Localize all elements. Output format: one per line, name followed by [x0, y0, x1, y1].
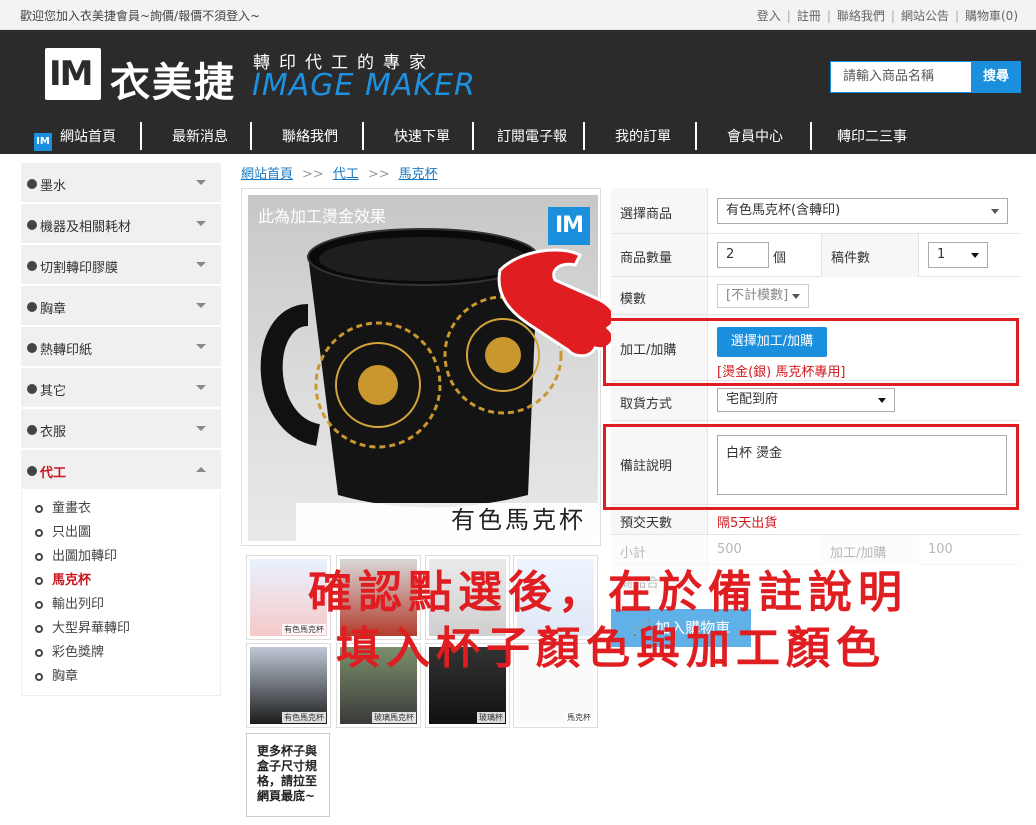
category-machines[interactable]: 機器及相關耗材 [21, 204, 221, 244]
sub-mug[interactable]: 馬克杯 [22, 569, 220, 593]
breadcrumb-mug[interactable]: 馬克杯 [399, 167, 438, 182]
label-template: 模數 [611, 277, 708, 314]
dropdown-arrow-icon [971, 253, 979, 258]
sub-output-print[interactable]: 輸出列印 [22, 593, 220, 617]
brand-english: IMAGE MAKER [252, 68, 476, 103]
instruction-line-2: 填入杯子顏色與加工顏色 [336, 623, 886, 674]
nav-member-center[interactable]: 會員中心 [705, 126, 805, 148]
breadcrumb: 網站首頁 >> 代工 >> 馬克杯 [241, 167, 438, 182]
drafts-select[interactable]: 1 [928, 242, 988, 268]
label-select-product: 選擇商品 [611, 188, 708, 233]
nav-news[interactable]: 最新消息 [150, 126, 250, 148]
label-shipping: 取貨方式 [611, 381, 708, 420]
product-select[interactable]: 有色馬克杯(含轉印) [717, 198, 1008, 224]
shipping-select[interactable]: 宅配到府 [717, 388, 895, 412]
logo-mark: IM [49, 54, 94, 94]
highlight-process [603, 318, 1019, 386]
breadcrumb-home[interactable]: 網站首頁 [241, 167, 293, 182]
category-ink[interactable]: 墨水 [21, 163, 221, 203]
dropdown-arrow-icon [878, 398, 886, 403]
login-link[interactable]: 登入 [757, 9, 781, 23]
category-film[interactable]: 切割轉印膠膜 [21, 245, 221, 285]
chevron-down-icon [196, 262, 206, 267]
chevron-down-icon [196, 303, 206, 308]
chevron-down-icon [196, 180, 206, 185]
breadcrumb-oem[interactable]: 代工 [333, 167, 359, 182]
site-header: IM 衣美捷 轉印代工的專家 IMAGE MAKER 請輸入商品名稱 搜尋 IM… [0, 30, 1036, 154]
nav-my-orders[interactable]: 我的訂單 [593, 126, 693, 148]
quantity-unit: 個 [773, 251, 787, 266]
subtotal-value: 500 [717, 542, 742, 557]
sub-print-only[interactable]: 只出圖 [22, 521, 220, 545]
category-transfer-paper[interactable]: 熱轉印紙 [21, 327, 221, 367]
contact-link[interactable]: 聯絡我們 [837, 9, 885, 23]
chevron-down-icon [196, 221, 206, 226]
label-drafts: 稿件數 [821, 234, 919, 277]
chevron-down-icon [196, 426, 206, 431]
row-quantity: 商品數量 2 個 稿件數 1 [611, 234, 1021, 277]
sub-badge[interactable]: 胸章 [22, 665, 220, 689]
nav-quick-order[interactable]: 快速下單 [372, 126, 472, 148]
welcome-message: 歡迎您加入衣美捷會員~詢價/報價不須登入~ [20, 9, 261, 23]
top-links: 登入 | 註冊 | 聯絡我們 | 網站公告 | 購物車(0) [756, 9, 1018, 23]
thumbnail-5[interactable]: 有色馬克杯 [246, 643, 331, 728]
label-quantity: 商品數量 [611, 234, 708, 276]
brand-name: 衣美捷 [110, 60, 236, 106]
cart-link[interactable]: 購物車(0) [965, 9, 1018, 23]
category-other[interactable]: 其它 [21, 368, 221, 408]
process-fee-value: 100 [928, 542, 953, 557]
announcement-link[interactable]: 網站公告 [901, 9, 949, 23]
main-nav: IM 網站首頁 最新消息 聯絡我們 快速下單 訂閱電子報 我的訂單 會員中心 轉印… [0, 120, 1036, 154]
search-button[interactable]: 搜尋 [971, 61, 1021, 93]
nav-newsletter[interactable]: 訂閱電子報 [482, 126, 582, 148]
register-link[interactable]: 註冊 [797, 9, 821, 23]
row-shipping: 取貨方式 宅配到府 [611, 381, 1021, 421]
chevron-down-icon [196, 385, 206, 390]
highlight-note [603, 424, 1019, 510]
quantity-input[interactable]: 2 [717, 242, 769, 268]
dropdown-arrow-icon [792, 294, 800, 299]
image-caption: 有色馬克杯 [451, 506, 586, 534]
category-badge[interactable]: 胸章 [21, 286, 221, 326]
nav-transfer-tips[interactable]: 轉印二三事 [822, 126, 922, 148]
oem-subcategories: 童畫衣 只出圖 出圖加轉印 馬克杯 輸出列印 大型昇華轉印 彩色獎牌 胸章 [21, 491, 221, 696]
sub-kids-shirt[interactable]: 童畫衣 [22, 497, 220, 521]
more-sizes-note: 更多杯子與盒子尺寸規格，請拉至網頁最底~ [246, 733, 330, 817]
chevron-up-icon [196, 467, 206, 472]
row-product: 選擇商品 有色馬克杯(含轉印) [611, 188, 1021, 234]
lead-time-value: 隔5天出貨 [717, 516, 778, 531]
dropdown-arrow-icon [991, 209, 999, 214]
category-clothes[interactable]: 衣服 [21, 409, 221, 449]
category-oem[interactable]: 代工 [21, 450, 221, 490]
search-input[interactable]: 請輸入商品名稱 [830, 61, 972, 93]
logo[interactable]: IM [45, 48, 101, 100]
row-template: 模數 [不計模數] [611, 277, 1021, 315]
instruction-line-1: 確認點選後，在於備註說明 [308, 567, 908, 618]
nav-contact[interactable]: 聯絡我們 [260, 126, 360, 148]
sub-sublimation[interactable]: 大型昇華轉印 [22, 617, 220, 641]
sub-print-transfer[interactable]: 出圖加轉印 [22, 545, 220, 569]
top-bar: 歡迎您加入衣美捷會員~詢價/報價不須登入~ 登入 | 註冊 | 聯絡我們 | 網站公告 | 購物… [0, 0, 1036, 30]
chevron-down-icon [196, 344, 206, 349]
nav-home[interactable]: IM 網站首頁 [34, 126, 124, 151]
category-sidebar: 墨水 機器及相關耗材 切割轉印膠膜 胸章 熱轉印紙 其它 衣服 代工 童畫衣 只… [21, 163, 221, 696]
home-icon: IM [34, 133, 52, 151]
sub-color-medal[interactable]: 彩色獎牌 [22, 641, 220, 665]
template-select[interactable]: [不計模數] [717, 284, 809, 308]
